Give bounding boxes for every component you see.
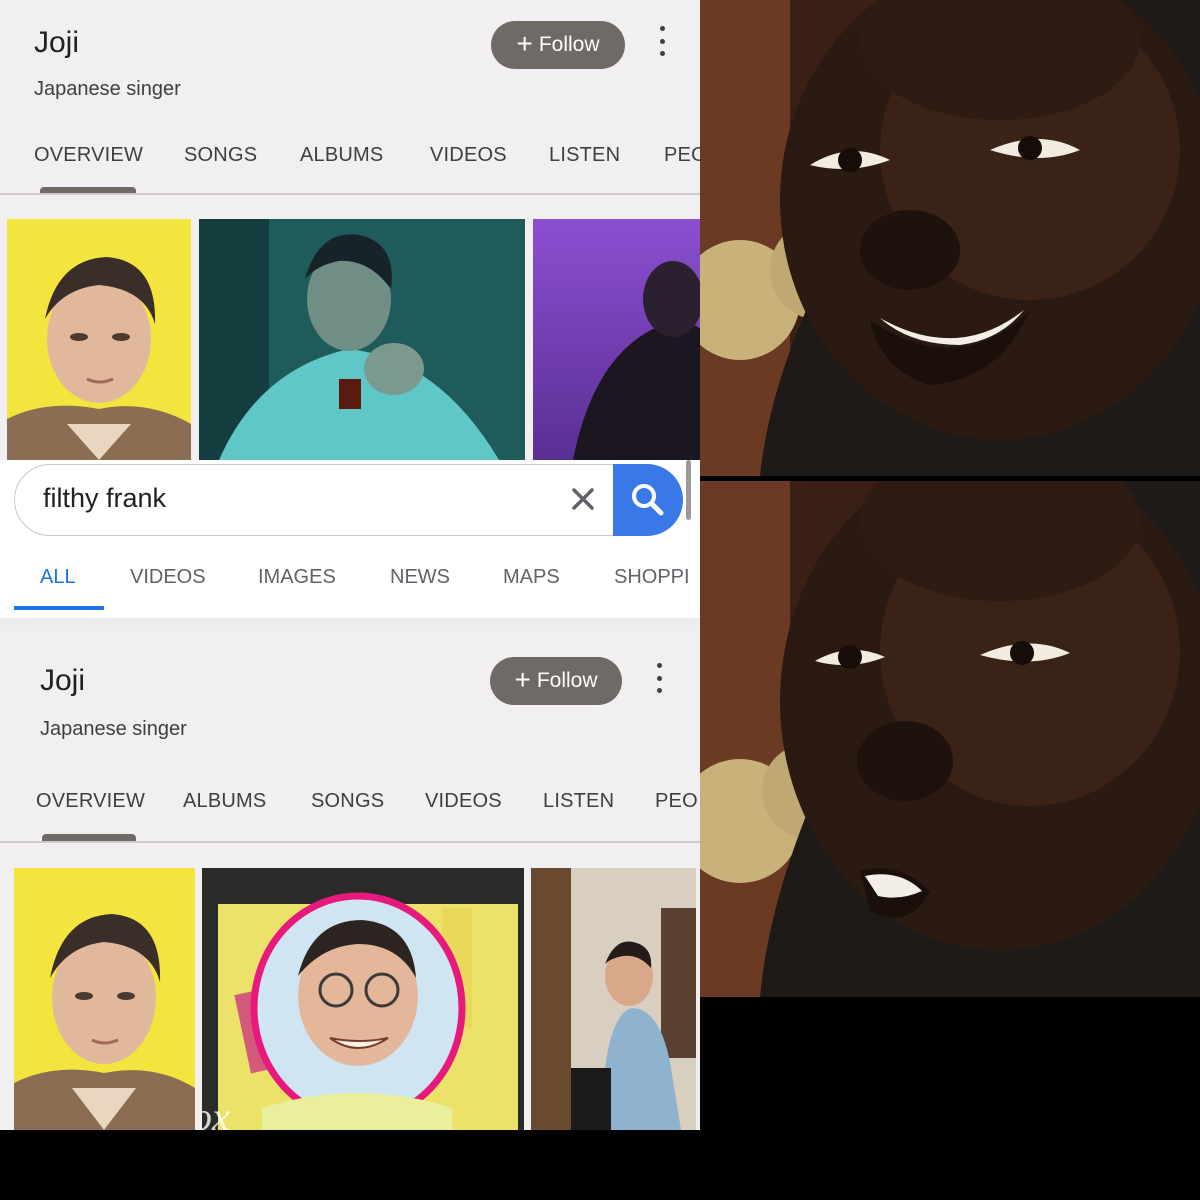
- tab-albums[interactable]: ALBUMS: [183, 790, 266, 813]
- more-vertical-icon[interactable]: [652, 26, 672, 56]
- tabs-divider: [0, 841, 700, 843]
- active-search-tab-indicator: [14, 606, 104, 610]
- photo-thumbnail-smoking[interactable]: [199, 219, 525, 460]
- knowledge-panel-bottom: Joji Japanese singer + Follow OVERVIEW A…: [0, 630, 700, 1130]
- scrollbar[interactable]: [686, 460, 691, 520]
- photo-thumbnail-portrait[interactable]: [14, 868, 195, 1130]
- photo-thumbnail-filthy-frank[interactable]: ox: [202, 868, 524, 1130]
- entity-subtitle: Japanese singer: [34, 78, 181, 100]
- more-vertical-icon[interactable]: [649, 663, 669, 693]
- tab-songs[interactable]: SONGS: [184, 144, 257, 167]
- photo-thumbnail-portrait[interactable]: [7, 219, 191, 460]
- follow-label: Follow: [536, 669, 598, 692]
- follow-button[interactable]: + Follow: [490, 657, 622, 705]
- tab-people[interactable]: PEO: [664, 144, 700, 167]
- tab-overview[interactable]: OVERVIEW: [36, 790, 145, 813]
- google-screenshots: Joji Japanese singer + Follow OVERVIEW S…: [0, 0, 700, 1130]
- search-icon: [632, 484, 664, 516]
- tab-people[interactable]: PEO: [655, 790, 698, 813]
- knowledge-panel-top: Joji Japanese singer + Follow OVERVIEW S…: [0, 0, 700, 460]
- follow-button[interactable]: + Follow: [491, 21, 625, 69]
- black-bar: [700, 997, 1200, 1200]
- follow-label: Follow: [538, 33, 600, 56]
- search-tab-news[interactable]: NEWS: [390, 566, 450, 589]
- section-shadow: [0, 618, 700, 630]
- watermark-text: ox: [202, 1094, 230, 1130]
- entity-name: Joji: [34, 26, 80, 59]
- reaction-image-happy: [700, 0, 1200, 476]
- reaction-meme: [700, 0, 1200, 1200]
- search-tab-videos[interactable]: VIDEOS: [130, 566, 206, 589]
- tab-videos[interactable]: VIDEOS: [430, 144, 507, 167]
- entity-tabs: OVERVIEW ALBUMS SONGS VIDEOS LISTEN PEO: [0, 786, 700, 856]
- tabs-divider: [0, 193, 700, 195]
- plus-icon: +: [514, 663, 531, 695]
- close-icon[interactable]: [563, 479, 603, 519]
- search-tab-maps[interactable]: MAPS: [503, 566, 560, 589]
- search-section: filthy frank ALL VIDEOS IMAGES NEWS MAPS…: [0, 460, 700, 630]
- search-button[interactable]: [613, 464, 683, 536]
- entity-name: Joji: [40, 664, 86, 697]
- tab-songs[interactable]: SONGS: [311, 790, 384, 813]
- search-query: filthy frank: [43, 483, 167, 513]
- tab-listen[interactable]: LISTEN: [549, 144, 620, 167]
- plus-icon: +: [516, 27, 533, 59]
- tab-listen[interactable]: LISTEN: [543, 790, 614, 813]
- photo-thumbnail-purple[interactable]: [533, 219, 700, 460]
- tab-videos[interactable]: VIDEOS: [425, 790, 502, 813]
- photo-thumbnail-room[interactable]: [531, 868, 696, 1130]
- reaction-image-disappointed: [700, 481, 1200, 997]
- search-input[interactable]: filthy frank: [14, 464, 683, 536]
- tab-albums[interactable]: ALBUMS: [300, 144, 383, 167]
- search-tab-all[interactable]: ALL: [40, 566, 76, 589]
- search-tab-images[interactable]: IMAGES: [258, 566, 336, 589]
- search-tab-shopping[interactable]: SHOPPI: [614, 566, 690, 589]
- entity-tabs: OVERVIEW SONGS ALBUMS VIDEOS LISTEN PEO: [0, 140, 700, 210]
- tab-overview[interactable]: OVERVIEW: [34, 144, 143, 167]
- entity-subtitle: Japanese singer: [40, 718, 187, 740]
